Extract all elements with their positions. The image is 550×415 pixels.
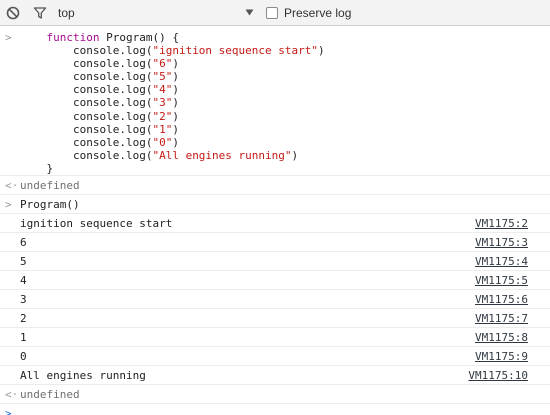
return-arrow-icon: <· [5, 388, 19, 401]
source-link[interactable]: VM1175:3 [475, 236, 528, 249]
log-message-text: 1 [20, 331, 27, 344]
log-message-row: 5 VM1175:4 [0, 251, 550, 270]
log-message-row: All engines running VM1175:10 [0, 365, 550, 384]
source-link[interactable]: VM1175:7 [475, 312, 528, 325]
call-input: Program() [20, 198, 80, 211]
return-arrow-icon: <· [5, 179, 19, 192]
context-selector-label[interactable]: top [58, 6, 75, 20]
log-message-text: 6 [20, 236, 27, 249]
console-input-code: function Program() { console.log("igniti… [20, 31, 540, 175]
console-prompt-row[interactable]: > [0, 403, 550, 415]
source-link[interactable]: VM1175:9 [475, 350, 528, 363]
log-message-row: 4 VM1175:5 [0, 270, 550, 289]
preserve-log-checkbox[interactable] [266, 7, 278, 19]
log-message-row: 0 VM1175:9 [0, 346, 550, 365]
source-link[interactable]: VM1175:2 [475, 217, 528, 230]
filter-icon[interactable] [33, 6, 47, 20]
log-message-text: 0 [20, 350, 27, 363]
code-line: console.log("All engines running") [20, 148, 299, 162]
source-link[interactable]: VM1175:8 [475, 331, 528, 344]
code-line: function Program() { [46, 31, 179, 44]
code-line: console.log("0") [20, 135, 179, 149]
log-message-text: 2 [20, 312, 27, 325]
log-message-row: ignition sequence start VM1175:2 [0, 213, 550, 232]
code-line: console.log("2") [20, 109, 179, 123]
code-line: } [20, 161, 54, 175]
code-line: console.log("1") [20, 122, 179, 136]
result-value: undefined [20, 388, 80, 401]
chevron-right-icon: > [5, 31, 12, 44]
log-message-row: 2 VM1175:7 [0, 308, 550, 327]
log-message-row: 6 VM1175:3 [0, 232, 550, 251]
source-link[interactable]: VM1175:10 [468, 369, 528, 382]
chevron-right-icon: > [5, 407, 12, 415]
log-message-text: 4 [20, 274, 27, 287]
log-message-text: All engines running [20, 369, 146, 382]
source-link[interactable]: VM1175:4 [475, 255, 528, 268]
chevron-right-icon: > [5, 198, 12, 211]
console-result-row: <· undefined [0, 175, 550, 194]
code-line: console.log("5") [20, 70, 179, 84]
preserve-log-label: Preserve log [284, 6, 352, 20]
source-link[interactable]: VM1175:5 [475, 274, 528, 287]
log-message-row: 1 VM1175:8 [0, 327, 550, 346]
code-line: console.log("4") [20, 83, 179, 97]
log-message-text: 3 [20, 293, 27, 306]
result-value: undefined [20, 179, 80, 192]
code-line: console.log("6") [20, 57, 179, 71]
console-result-row: <· undefined [0, 384, 550, 403]
context-dropdown-icon[interactable] [245, 9, 254, 16]
log-message-text: 5 [20, 255, 27, 268]
console-output: > function Program() { console.log("igni… [0, 26, 550, 415]
code-line: console.log("3") [20, 96, 179, 110]
log-message-text: ignition sequence start [20, 217, 173, 230]
code-line: console.log("ignition sequence start") [20, 44, 325, 58]
source-link[interactable]: VM1175:6 [475, 293, 528, 306]
console-toolbar: top Preserve log [0, 0, 550, 26]
log-message-row: 3 VM1175:6 [0, 289, 550, 308]
console-input-row: > Program() [0, 194, 550, 213]
clear-console-icon[interactable] [6, 6, 20, 20]
